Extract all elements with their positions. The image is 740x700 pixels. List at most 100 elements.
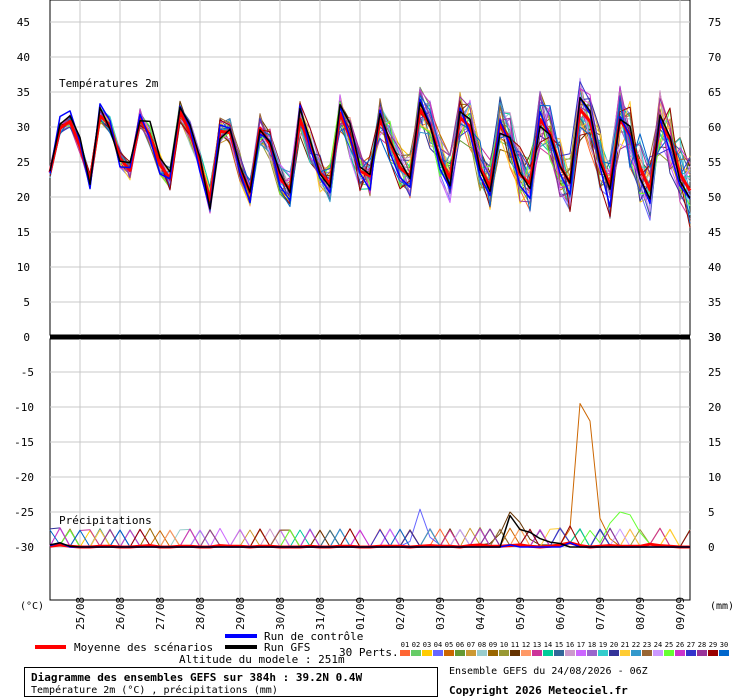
perturbation-id: 15 — [555, 641, 563, 649]
date-tick-label: 27/08 — [154, 597, 167, 630]
copyright: Copyright 2026 Meteociel.fr — [449, 684, 628, 697]
perturbation-swatch — [532, 650, 542, 656]
perturbation-swatch — [411, 650, 421, 656]
temp-right-tick: 40 — [708, 261, 721, 274]
legend-perturbations-label: 30 Perts. — [339, 646, 399, 659]
precip-right-tick: 10 — [708, 471, 721, 484]
perturbation-swatch — [598, 650, 608, 656]
perturbation-id: 25 — [665, 641, 673, 649]
temp-left-tick: 40 — [17, 51, 30, 64]
perturbation-swatch — [400, 650, 410, 656]
perturbation-id: 05 — [445, 641, 453, 649]
diagram-subtitle: Température 2m (°C) , précipitations (mm… — [31, 685, 278, 696]
date-tick-label: 28/08 — [194, 597, 207, 630]
perturbation-id: 07 — [467, 641, 475, 649]
perturbation-id: 03 — [423, 641, 431, 649]
perturbation-id: 12 — [522, 641, 530, 649]
run-info: Ensemble GEFS du 24/08/2026 - 06Z — [449, 666, 648, 677]
perturbation-id: 26 — [676, 641, 684, 649]
temp-left-tick: 30 — [17, 121, 30, 134]
perturbation-swatch — [521, 650, 531, 656]
date-tick-label: 25/08 — [74, 597, 87, 630]
diagram-info-box: Diagramme des ensembles GEFS sur 384h : … — [24, 667, 438, 697]
temp-left-tick: 35 — [17, 86, 30, 99]
date-tick-label: 29/08 — [234, 597, 247, 630]
perturbation-id: 28 — [698, 641, 706, 649]
date-tick-label: 31/08 — [314, 597, 327, 630]
perturbation-id: 23 — [643, 641, 651, 649]
perturbation-swatch — [675, 650, 685, 656]
precip-right-tick: 15 — [708, 436, 721, 449]
diagram-title: Diagramme des ensembles GEFS sur 384h : … — [31, 671, 363, 684]
temp-right-tick: 55 — [708, 156, 721, 169]
date-tick-label: 04/09 — [474, 597, 487, 630]
perturbation-id: 13 — [533, 641, 541, 649]
temp-left-tick: 25 — [17, 156, 30, 169]
perturbation-swatch — [554, 650, 564, 656]
left-axis-unit: (°C) — [20, 601, 44, 612]
precip-panel-label: Précipitations — [59, 514, 152, 527]
precip-left-tick: -15 — [14, 436, 34, 449]
perturbation-swatch — [543, 650, 553, 656]
precip-left-tick: -20 — [14, 471, 34, 484]
temp-left-tick: 15 — [17, 226, 30, 239]
perturbation-id: 02 — [412, 641, 420, 649]
perturbation-id: 14 — [544, 641, 552, 649]
perturbation-id: 22 — [632, 641, 640, 649]
temp-left-tick: 0 — [23, 331, 30, 344]
perturbation-swatch — [697, 650, 707, 656]
perturbation-swatch — [477, 650, 487, 656]
temp-right-tick: 45 — [708, 226, 721, 239]
temp-right-tick: 50 — [708, 191, 721, 204]
perturbation-id: 11 — [511, 641, 519, 649]
date-tick-label: 03/09 — [434, 597, 447, 630]
perturbation-swatch — [642, 650, 652, 656]
perturbation-swatch — [433, 650, 443, 656]
perturbation-swatch — [422, 650, 432, 656]
temp-right-tick: 35 — [708, 296, 721, 309]
precip-right-tick: 0 — [708, 541, 715, 554]
temp-right-tick: 75 — [708, 16, 721, 29]
perturbation-swatch — [455, 650, 465, 656]
perturbation-id: 10 — [500, 641, 508, 649]
date-tick-label: 06/09 — [554, 597, 567, 630]
perturbation-id: 06 — [456, 641, 464, 649]
perturbation-swatch — [499, 650, 509, 656]
temp-right-tick: 60 — [708, 121, 721, 134]
perturbation-id: 09 — [489, 641, 497, 649]
perturbation-id: 04 — [434, 641, 442, 649]
temp-left-tick: 20 — [17, 191, 30, 204]
precip-left-tick: -25 — [14, 506, 34, 519]
gefs-ensemble-diagram: 0 30 5 35 10 40 15 45 20 50 25 55 30 60 35 65 40 70 45 75 -5… — [0, 0, 740, 700]
date-tick-label: 07/09 — [594, 597, 607, 630]
perturbation-swatch — [565, 650, 575, 656]
perturbation-swatch — [576, 650, 586, 656]
perturbation-swatch — [444, 650, 454, 656]
precip-right-tick: 30 — [708, 331, 721, 344]
perturbation-id: 27 — [687, 641, 695, 649]
perturbation-id: 16 — [566, 641, 574, 649]
precip-left-tick: -10 — [14, 401, 34, 414]
temp-right-tick: 65 — [708, 86, 721, 99]
perturbation-id: 18 — [588, 641, 596, 649]
temp-panel-label: Températures 2m — [59, 77, 159, 90]
perturbation-swatch — [488, 650, 498, 656]
perturbation-swatch — [719, 650, 729, 656]
precip-right-tick: 20 — [708, 401, 721, 414]
perturbation-id: 19 — [599, 641, 607, 649]
perturbation-id: 01 — [401, 641, 409, 649]
date-tick-label: 05/09 — [514, 597, 527, 630]
perturbation-id: 24 — [654, 641, 662, 649]
perturbation-id: 21 — [621, 641, 629, 649]
perturbation-swatch — [609, 650, 619, 656]
perturbation-swatch — [686, 650, 696, 656]
perturbation-swatch — [664, 650, 674, 656]
legend-altitude: Altitude du modele : 251m — [179, 653, 345, 665]
precip-right-tick: 5 — [708, 506, 715, 519]
perturbation-id: 20 — [610, 641, 618, 649]
precip-right-tick: 25 — [708, 366, 721, 379]
perturbation-id: 08 — [478, 641, 486, 649]
perturbation-id: 30 — [720, 641, 728, 649]
date-tick-label: 30/08 — [274, 597, 287, 630]
perturbation-swatch — [631, 650, 641, 656]
